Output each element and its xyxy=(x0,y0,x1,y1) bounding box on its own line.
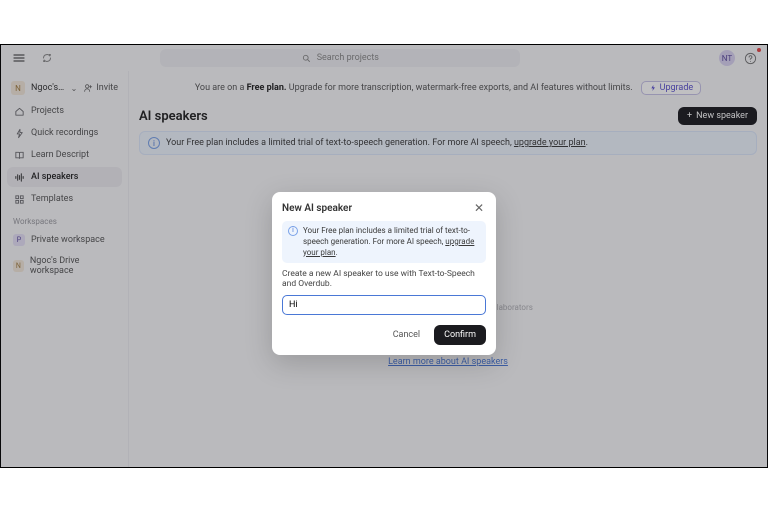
cancel-button[interactable]: Cancel xyxy=(387,326,426,344)
close-icon[interactable]: ✕ xyxy=(472,201,486,215)
speaker-name-input[interactable] xyxy=(282,295,486,315)
modal-title: New AI speaker xyxy=(282,203,352,214)
modal-actions: Cancel Confirm xyxy=(282,325,486,345)
info-icon: i xyxy=(288,226,298,236)
new-speaker-modal: New AI speaker ✕ i Your Free plan includ… xyxy=(272,192,496,355)
modal-header: New AI speaker ✕ xyxy=(282,201,486,215)
modal-info-banner: i Your Free plan includes a limited tria… xyxy=(282,221,486,263)
confirm-button[interactable]: Confirm xyxy=(434,325,486,345)
modal-description: Create a new AI speaker to use with Text… xyxy=(282,269,486,289)
